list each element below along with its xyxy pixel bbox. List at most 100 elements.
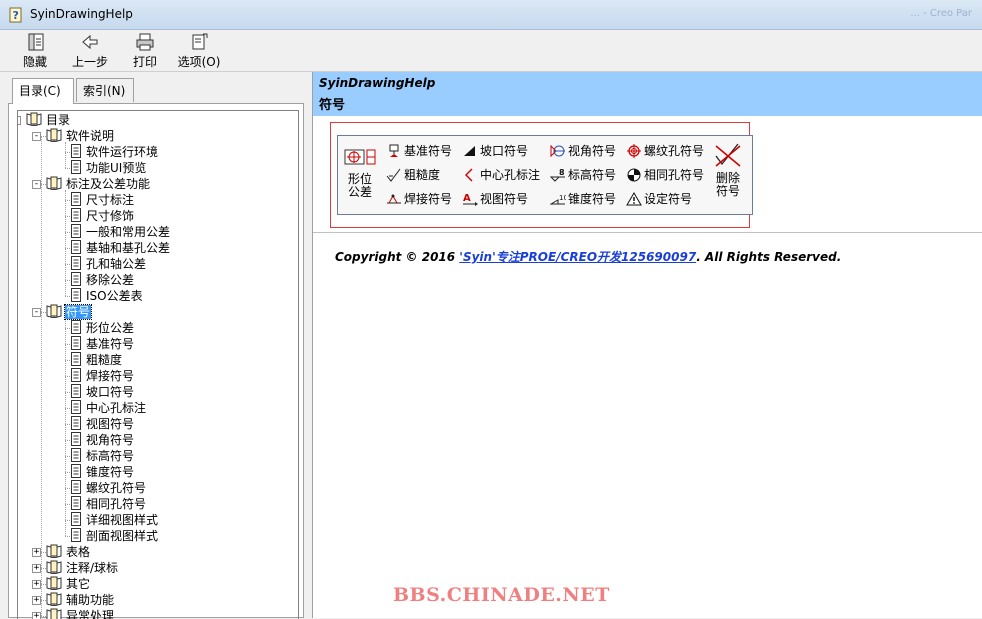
svg-text:8: 8 [559,168,565,177]
symbol-toolbar: 形位公差 基准符号 粗糙度 焊接符号 坡口符号 中心孔标注 A 视图符号 视角符… [337,135,753,215]
tree-item-label: 目录 [46,113,71,127]
tree-page-item[interactable]: 标高符号 [70,448,135,464]
options-button[interactable]: 选项(O) [176,32,222,70]
setting-symbol-label: 设定符号 [644,192,693,206]
expand-toggle[interactable]: + [32,596,41,605]
tree-item-label: 视角符号 [86,433,135,447]
tree-page-item[interactable]: 详细视图样式 [70,512,159,528]
tree-page-item[interactable]: 一般和常用公差 [70,224,171,240]
tree-item-label: 视图符号 [86,417,135,431]
tab-index[interactable]: 索引(N) [76,78,134,102]
tree-book-item[interactable]: 标注及公差功能 [46,176,151,192]
contents-tree[interactable]: -目录-软件说明软件运行环境功能UI预览-标注及公差功能尺寸标注尺寸修饰一般和常… [17,110,299,619]
warning-icon [626,192,642,206]
hide-label: 隐藏 [22,55,47,69]
options-icon [192,33,208,50]
thread-hole-label: 螺纹孔符号 [644,144,705,158]
tree-item-label: 标高符号 [86,449,135,463]
view-symbol-label: 视图符号 [480,192,529,206]
tree-page-item[interactable]: 中心孔标注 [70,400,147,416]
tree-page-item[interactable]: 视图符号 [70,416,135,432]
tree-page-item[interactable]: 基准符号 [70,336,135,352]
tree-item-label: 表格 [66,545,91,559]
copyright-link[interactable]: 'Syin'专注PROE/CREO开发125690097 [459,250,696,264]
tree-book-item[interactable]: 符号 [46,304,93,320]
tree-page-item[interactable]: 相同孔符号 [70,496,147,512]
tree-page-item[interactable]: 视角符号 [70,432,135,448]
print-button[interactable]: 打印 [130,32,160,70]
tree-book-item[interactable]: 目录 [26,112,71,128]
tree-item-label: 锥度符号 [86,465,135,479]
tree-page-item[interactable]: 尺寸标注 [70,192,135,208]
tree-item-label: 形位公差 [86,321,135,335]
content-header: SyinDrawingHelp 符号 [313,72,982,116]
tree-page-item[interactable]: 坡口符号 [70,384,135,400]
expand-toggle[interactable]: + [32,564,41,573]
tree-page-item[interactable]: 粗糙度 [70,352,123,368]
same-hole-icon [627,168,641,182]
watermark: BBS.CHINADE.NET [393,584,610,606]
title-bar: ? SyinDrawingHelp ... - Creo Par [0,0,982,30]
groove-symbol-label: 坡口符号 [480,144,529,158]
same-hole-label: 相同孔符号 [644,168,705,182]
delete-symbol-button[interactable]: 删除符号 [712,142,744,198]
tree-item-label: 螺纹孔符号 [86,481,147,495]
tree-page-item[interactable]: 螺纹孔符号 [70,480,147,496]
collapse-toggle[interactable]: - [32,308,41,317]
view-symbol-icon: A [463,193,478,206]
tree-item-label: 尺寸修饰 [86,209,135,223]
tree-item-label: 基轴和基孔公差 [86,241,171,255]
tree-item-label: 软件说明 [66,129,115,143]
tree-book-item[interactable]: 辅助功能 [46,592,115,608]
window-title: SyinDrawingHelp [30,7,133,21]
back-button[interactable]: 上一步 [70,32,110,70]
view-angle-icon [550,144,565,158]
expand-toggle[interactable]: + [32,580,41,589]
collapse-toggle[interactable]: - [32,132,41,141]
svg-text:?: ? [13,9,19,22]
print-label: 打印 [132,55,157,69]
tree-page-item[interactable]: 锥度符号 [70,464,135,480]
gdt-button[interactable]: 形位公差 [344,146,376,199]
tree-item-label: 基准符号 [86,337,135,351]
tree-item-label: ISO公差表 [86,289,143,303]
back-label: 上一步 [71,55,108,69]
content-header-title: SyinDrawingHelp [319,76,436,90]
collapse-toggle[interactable]: - [18,116,21,125]
tree-page-item[interactable]: 功能UI预览 [70,160,147,176]
hide-button[interactable]: 隐藏 [18,32,52,70]
navigation-pane: 目录(C) 索引(N) -目录-软件说明软件运行环境功能UI预览-标注及公差功能… [8,74,304,619]
tree-page-item[interactable]: 软件运行环境 [70,144,159,160]
book-icon [26,112,42,130]
tree-book-item[interactable]: 软件说明 [46,128,115,144]
tree-book-item[interactable]: 注释/球标 [46,560,119,576]
collapse-toggle[interactable]: - [32,180,41,189]
tree-book-item[interactable]: 异常处理 [46,608,115,619]
background-window-title: ... - Creo Par [910,8,972,19]
tree-item-label: 剖面视图样式 [86,529,159,543]
toolbar: 隐藏 上一步 打印 选项(O) [0,30,982,72]
tree-book-item[interactable]: 表格 [46,544,91,560]
help-content: SyinDrawingHelp 符号 形位公差 基准符号 粗糙度 焊接符号 坡口… [312,72,982,618]
tree-book-item[interactable]: 其它 [46,576,91,592]
tree-item-label: 标注及公差功能 [66,177,151,191]
tree-page-item[interactable]: ISO公差表 [70,288,144,304]
tab-contents[interactable]: 目录(C) [12,78,74,104]
center-hole-icon [465,168,473,182]
expand-toggle[interactable]: + [32,548,41,557]
tree-page-item[interactable]: 基轴和基孔公差 [70,240,171,256]
copyright-prefix: Copyright © 2016 [335,250,460,264]
tree-page-item[interactable]: 剖面视图样式 [70,528,159,544]
tree-item-label: 软件运行环境 [86,145,159,159]
tree-page-item[interactable]: 移除公差 [70,272,135,288]
taper-symbol-label: 锥度符号 [568,192,617,206]
tree-page-item[interactable]: 形位公差 [70,320,135,336]
tree-page-item[interactable]: 孔和轴公差 [70,256,147,272]
roughness-icon [386,168,401,182]
tree-item-label: 注释/球标 [66,561,119,575]
tree-item-label: 符号 [63,304,93,320]
tree-page-item[interactable]: 尺寸修饰 [70,208,135,224]
tree-page-item[interactable]: 焊接符号 [70,368,135,384]
divider [313,232,982,233]
weld-symbol-icon [387,194,401,204]
